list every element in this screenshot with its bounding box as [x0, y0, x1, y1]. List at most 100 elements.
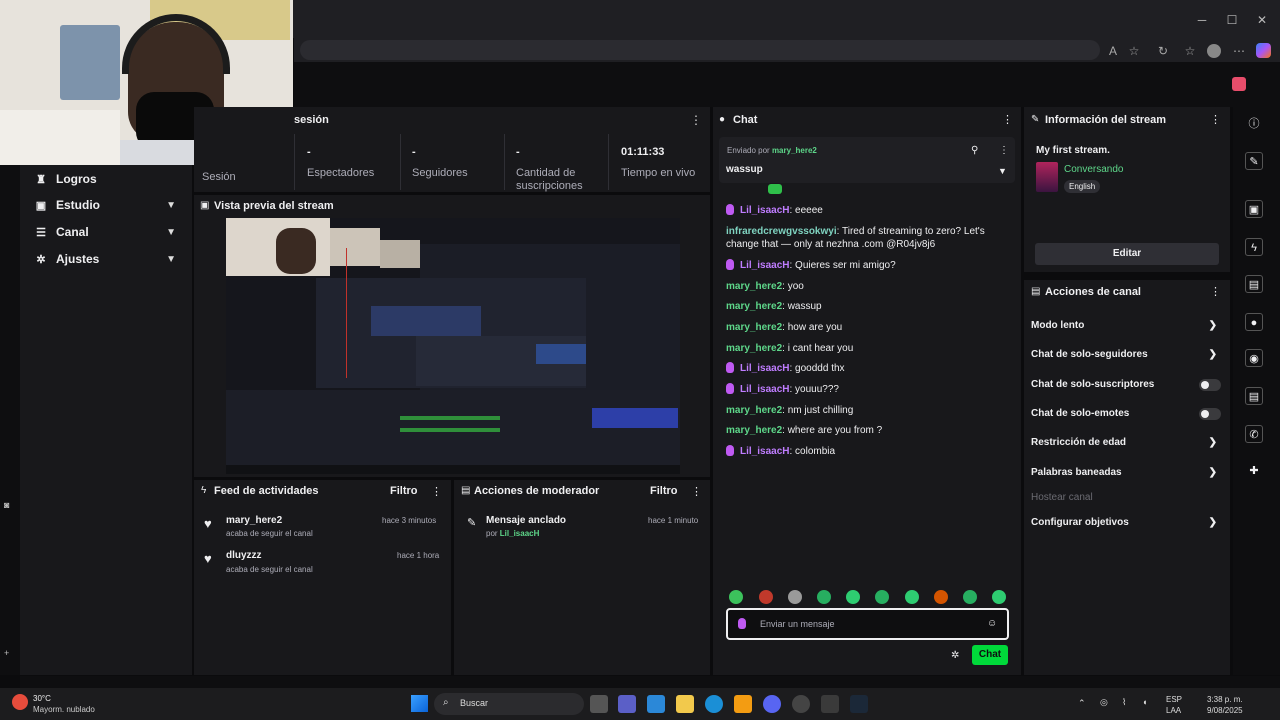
- chat-send-button[interactable]: Chat: [972, 645, 1008, 665]
- toggle-switch[interactable]: [1199, 379, 1221, 391]
- favorite-star-icon[interactable]: ☆: [1127, 44, 1141, 58]
- chat-username[interactable]: mary_here2: [726, 281, 782, 292]
- chat-username[interactable]: mary_here2: [726, 425, 782, 436]
- chat-menu-icon[interactable]: ⋮: [1002, 113, 1013, 126]
- tray-icon[interactable]: ◎: [1100, 697, 1108, 708]
- edit-button[interactable]: Editar: [1035, 243, 1219, 265]
- task-view-icon[interactable]: [590, 695, 608, 713]
- stream-category[interactable]: Conversando: [1064, 164, 1123, 175]
- emote-icon[interactable]: [934, 590, 948, 604]
- clock-time[interactable]: 3:38 p. m.: [1207, 695, 1243, 704]
- more-menu-icon[interactable]: ⋯: [1232, 44, 1246, 58]
- pinned-menu-icon[interactable]: ⋮: [999, 145, 1009, 156]
- chat-username[interactable]: mary_here2: [726, 301, 782, 312]
- chat-username[interactable]: infraredcrewgvssokwyi: [726, 226, 837, 237]
- chevron-up-icon[interactable]: ⌃: [1078, 698, 1086, 709]
- emote-icon[interactable]: [729, 590, 743, 604]
- maximize-icon[interactable]: ☐: [1224, 14, 1240, 26]
- weather-icon[interactable]: [12, 694, 28, 710]
- pinned-message[interactable]: [719, 137, 1015, 183]
- info-menu-icon[interactable]: ⋮: [1210, 113, 1221, 126]
- edit-icon[interactable]: ✎: [1245, 152, 1263, 170]
- sidebar-item-logros[interactable]: ♜ Logros: [34, 169, 184, 189]
- gear-icon[interactable]: ✲: [951, 650, 959, 661]
- steam-icon[interactable]: [850, 695, 868, 713]
- chat-username[interactable]: mary_here2: [726, 343, 782, 354]
- emote-icon[interactable]: [875, 590, 889, 604]
- action-row[interactable]: Chat de solo-suscriptores: [1031, 379, 1221, 393]
- emote-icon[interactable]: [905, 590, 919, 604]
- feed-user[interactable]: dluyzzz: [226, 550, 262, 561]
- notes-icon[interactable]: ▤: [1245, 275, 1263, 293]
- emote-icon[interactable]: [788, 590, 802, 604]
- action-row[interactable]: Palabras baneadas ❯: [1031, 467, 1221, 481]
- copilot-app-icon[interactable]: [647, 695, 665, 713]
- sidebar-item-canal[interactable]: ☰ Canal ▼: [34, 222, 184, 242]
- chat-username[interactable]: Lil_isaacH: [740, 260, 789, 271]
- preview-icon[interactable]: ▣: [1245, 200, 1263, 218]
- action-row[interactable]: Configurar objetivos ❯: [1031, 517, 1221, 531]
- pinned-user[interactable]: mary_here2: [772, 146, 817, 155]
- action-row[interactable]: Chat de solo-emotes: [1031, 408, 1221, 422]
- sidebar-item-estudio[interactable]: ▣ Estudio ▼: [34, 195, 184, 215]
- edge-icon[interactable]: [705, 695, 723, 713]
- copilot-icon[interactable]: [1256, 43, 1271, 58]
- refresh-icon[interactable]: ↻: [1156, 44, 1170, 58]
- network-icon[interactable]: ⌇: [1122, 697, 1126, 708]
- emote-icon[interactable]: [963, 590, 977, 604]
- add-panel-icon[interactable]: ✚: [1245, 462, 1263, 480]
- mod-filter-button[interactable]: Filtro: [650, 485, 678, 497]
- feed-menu-icon[interactable]: ⋮: [431, 485, 442, 498]
- emoji-icon[interactable]: ☺: [987, 618, 997, 629]
- clock-date[interactable]: 9/08/2025: [1207, 706, 1243, 715]
- stream-preview-video[interactable]: [226, 218, 680, 474]
- minimize-icon[interactable]: ─: [1194, 14, 1210, 26]
- action-row[interactable]: Modo lento ❯: [1031, 320, 1221, 334]
- chat-username[interactable]: Lil_isaacH: [740, 384, 789, 395]
- info-icon[interactable]: ⓘ: [1245, 115, 1263, 133]
- favorites-icon[interactable]: ☆: [1183, 44, 1197, 58]
- app-logo-icon[interactable]: [1232, 77, 1246, 91]
- wrench-icon[interactable]: ✆: [1245, 425, 1263, 443]
- toggle-switch[interactable]: [1199, 408, 1221, 420]
- sidebar-item-ajustes[interactable]: ✲ Ajustes ▼: [34, 249, 184, 269]
- chat-icon[interactable]: ●: [1245, 313, 1263, 331]
- chat-username[interactable]: Lil_isaacH: [740, 205, 789, 216]
- mod-menu-icon[interactable]: ⋮: [691, 485, 702, 498]
- activity-icon[interactable]: ϟ: [1245, 238, 1263, 256]
- chat-username[interactable]: mary_here2: [726, 405, 782, 416]
- chevron-down-icon[interactable]: ▼: [998, 166, 1007, 176]
- notepad-icon[interactable]: [821, 695, 839, 713]
- mod-user[interactable]: Lil_isaacH: [500, 529, 540, 538]
- add-icon[interactable]: +: [4, 648, 18, 658]
- feed-user[interactable]: mary_here2: [226, 515, 282, 526]
- emote-icon[interactable]: [992, 590, 1006, 604]
- app-icon[interactable]: [734, 695, 752, 713]
- action-row[interactable]: Restricción de edad ❯: [1031, 437, 1221, 451]
- profile-avatar[interactable]: [1207, 44, 1221, 58]
- start-button[interactable]: [411, 695, 428, 712]
- file-explorer-icon[interactable]: [676, 695, 694, 713]
- emote-icon[interactable]: [846, 590, 860, 604]
- action-row[interactable]: Chat de solo-seguidores ❯: [1031, 349, 1221, 363]
- obs-icon[interactable]: [792, 695, 810, 713]
- taskbar-search[interactable]: [434, 693, 584, 715]
- teams-icon[interactable]: [618, 695, 636, 713]
- chat-username[interactable]: mary_here2: [726, 322, 782, 333]
- input-language[interactable]: ESP: [1166, 695, 1182, 704]
- mod-actions-icon[interactable]: ▤: [1245, 387, 1263, 405]
- chat-username[interactable]: Lil_isaacH: [740, 446, 789, 457]
- emote-icon[interactable]: [817, 590, 831, 604]
- input-layout[interactable]: LAA: [1166, 706, 1181, 715]
- actions-menu-icon[interactable]: ⋮: [1210, 285, 1221, 298]
- emote-icon[interactable]: [759, 590, 773, 604]
- camera-icon[interactable]: ◙: [4, 500, 18, 510]
- close-window-icon[interactable]: ✕: [1254, 14, 1270, 26]
- feed-filter-button[interactable]: Filtro: [390, 485, 418, 497]
- discord-icon[interactable]: [763, 695, 781, 713]
- stats-menu-icon[interactable]: ⋮: [690, 113, 702, 127]
- pin-icon[interactable]: ⚲: [971, 145, 978, 156]
- volume-icon[interactable]: ◖: [1142, 697, 1147, 707]
- chat-input-placeholder[interactable]: Enviar un mensaje: [760, 619, 835, 629]
- chat-username[interactable]: Lil_isaacH: [740, 363, 789, 374]
